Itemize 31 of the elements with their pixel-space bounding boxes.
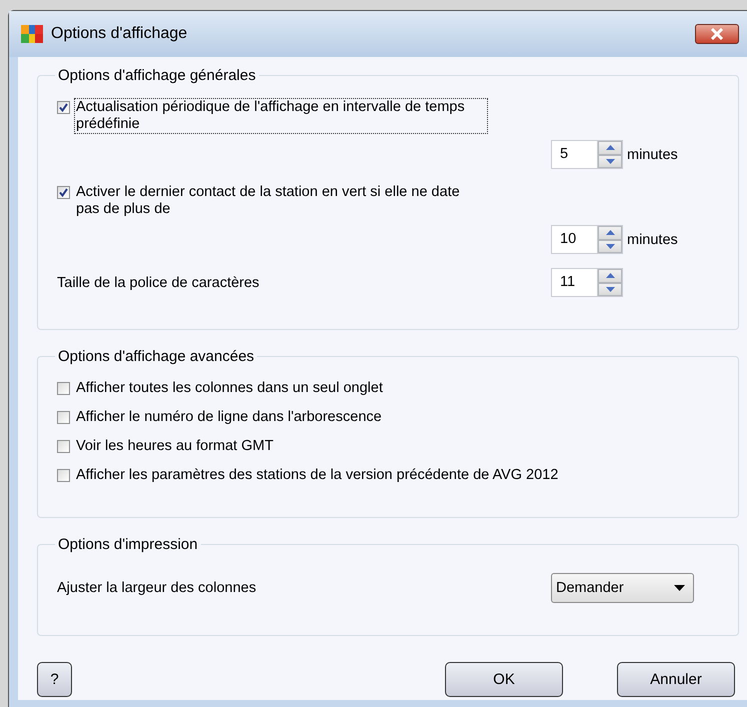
group-title: Options d'impression <box>57 536 199 553</box>
field-label: Ajuster la largeur des colonnes <box>57 580 256 596</box>
checkbox-label[interactable]: Afficher le numéro de ligne dans l'arborescence <box>74 408 384 427</box>
unit-label: minutes <box>627 146 678 162</box>
checkbox[interactable] <box>57 469 70 482</box>
field-label: Taille de la police de caractères <box>57 274 260 290</box>
checkbox[interactable] <box>57 440 70 453</box>
dropdown[interactable]: Demander <box>551 573 694 603</box>
checkbox-label[interactable]: Activer le dernier contact de la station en vert si elle ne date pas de plus de <box>74 183 488 219</box>
number-spinner[interactable]: 5 <box>551 140 623 169</box>
window-title: Options d'affichage <box>51 25 188 43</box>
unit-label: minutes <box>627 232 678 248</box>
number-spinner[interactable]: 11 <box>551 268 623 297</box>
group-title: Options d'affichage générales <box>57 67 257 84</box>
checkbox[interactable] <box>57 411 70 424</box>
group-title: Options d'affichage avancées <box>57 348 256 365</box>
logo-icon <box>21 23 43 45</box>
checkbox[interactable] <box>57 101 70 114</box>
caret-icon <box>674 585 685 591</box>
number-spinner[interactable]: 10 <box>551 225 623 254</box>
checkbox-label[interactable]: Afficher les paramètres des stations de la version précédente de AVG 2012 <box>74 466 560 485</box>
checkbox-label[interactable]: Afficher toutes les colonnes dans un seul onglet <box>74 379 385 398</box>
close-button[interactable] <box>695 24 739 44</box>
checkbox-label[interactable]: Actualisation périodique de l'affichage en intervalle de temps prédéfinie <box>74 98 488 134</box>
checkbox-label[interactable]: Voir les heures au format GMT <box>74 437 276 456</box>
close-icon <box>710 28 724 40</box>
checkbox[interactable] <box>57 382 70 395</box>
ok-button[interactable]: OK <box>445 662 563 697</box>
checkbox[interactable] <box>57 186 70 199</box>
cancel-button[interactable]: Annuler <box>617 662 735 697</box>
help-button[interactable]: ? <box>37 662 72 697</box>
